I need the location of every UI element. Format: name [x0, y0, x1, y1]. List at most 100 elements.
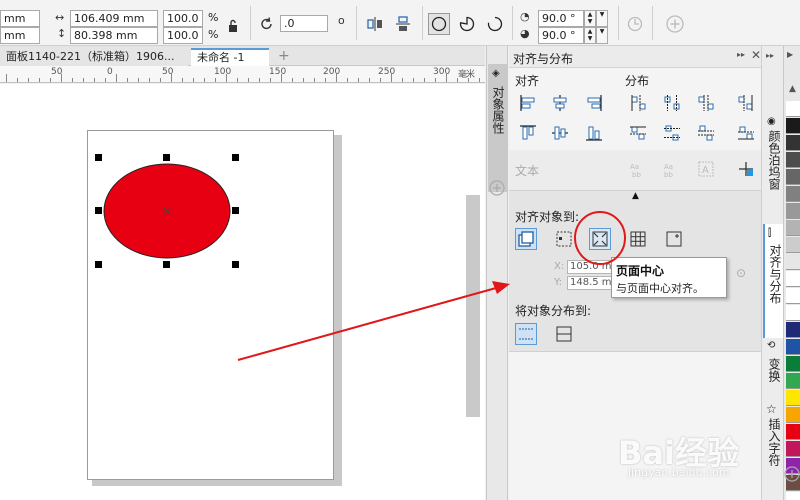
color-swatch[interactable] — [786, 305, 800, 321]
distribute-to-page-button[interactable] — [553, 323, 575, 345]
color-swatch[interactable] — [786, 288, 800, 304]
align-top-button[interactable] — [517, 122, 539, 144]
scale-y-field[interactable]: 100.0 — [163, 27, 203, 44]
pie-mode-button[interactable] — [456, 13, 478, 35]
rotation-field[interactable]: .0 — [280, 15, 328, 32]
selection-handle-top-right[interactable] — [232, 154, 239, 161]
start-angle-spinner[interactable]: ▲ ▼ — [584, 10, 596, 27]
add-palette-button[interactable] — [784, 466, 800, 485]
align-center-v-button[interactable] — [549, 122, 571, 144]
align-right-button[interactable] — [583, 92, 605, 114]
selection-handle-right[interactable] — [232, 207, 239, 214]
color-swatch[interactable] — [786, 492, 800, 500]
direction-button[interactable] — [624, 13, 646, 35]
text-baseline-button[interactable]: Aa bb — [625, 158, 647, 180]
end-angle-dropdown[interactable]: ▼ — [596, 27, 608, 44]
color-swatch[interactable] — [786, 101, 800, 117]
selection-handle-bottom-left[interactable] — [95, 261, 102, 268]
color-swatch[interactable] — [786, 152, 800, 168]
target-icon[interactable]: ⊙ — [736, 266, 746, 280]
color-swatch[interactable] — [786, 271, 800, 287]
mirror-vertical-button[interactable] — [392, 13, 414, 35]
start-angle-field[interactable]: 90.0 ° — [538, 10, 584, 27]
arc-mode-button[interactable] — [484, 13, 506, 35]
color-swatch[interactable] — [786, 254, 800, 270]
width-field[interactable]: 106.409 mm — [70, 10, 158, 27]
scale-x-field[interactable]: 100.0 — [163, 10, 203, 27]
collapse-arrow-icon[interactable]: ▲ — [632, 191, 639, 201]
add-toolbar-button[interactable] — [664, 13, 686, 35]
text-bbox-button[interactable]: A — [695, 158, 717, 180]
lock-ratio-button[interactable] — [222, 15, 244, 37]
distribute-spacing-h-button[interactable] — [695, 92, 717, 114]
color-swatch[interactable] — [786, 118, 800, 134]
align-to-page-edge-button[interactable] — [553, 228, 575, 250]
expand-dockers-icon[interactable]: ▸▸ — [766, 51, 774, 60]
color-swatch[interactable] — [786, 373, 800, 389]
horizontal-ruler[interactable]: 50 0 50 100 150 200 250 300 毫米 — [0, 66, 485, 83]
color-swatch[interactable] — [786, 407, 800, 423]
palette-scroll-up-icon[interactable]: ▲ — [789, 84, 796, 94]
align-to-active-objects-button[interactable] — [515, 228, 537, 250]
height-field[interactable]: 80.398 mm — [70, 27, 158, 44]
panel-close-icon[interactable]: ✕ — [751, 48, 761, 62]
y-coord-field[interactable]: 148.5 m — [567, 276, 613, 290]
rotate-button[interactable] — [256, 13, 278, 35]
align-to-point-button[interactable] — [663, 228, 685, 250]
add-tab-button[interactable]: + — [272, 48, 290, 66]
distribute-right-button[interactable] — [735, 92, 757, 114]
distribute-bottom-button[interactable] — [735, 122, 757, 144]
align-center-h-button[interactable] — [549, 92, 571, 114]
distribute-center-v-button[interactable] — [661, 122, 683, 144]
color-swatch[interactable] — [786, 237, 800, 253]
selection-handle-bottom-right[interactable] — [232, 261, 239, 268]
end-angle-field[interactable]: 90.0 ° — [538, 27, 584, 44]
distribute-to-selection-button[interactable] — [515, 323, 537, 345]
text-outline-button[interactable] — [735, 158, 757, 180]
start-angle-dropdown[interactable]: ▼ — [596, 10, 608, 27]
ellipse-mode-button[interactable] — [428, 13, 450, 35]
color-swatch[interactable] — [786, 390, 800, 406]
selection-handle-bottom[interactable] — [163, 261, 170, 268]
object-y-field[interactable]: mm — [0, 27, 40, 44]
tab-object-properties[interactable]: ◈ 对象属性 — [488, 64, 507, 192]
object-x-field[interactable]: mm — [0, 10, 40, 27]
selection-handle-left[interactable] — [95, 207, 102, 214]
tab-transform[interactable]: ⟲ 变换 — [763, 338, 783, 400]
distribute-top-button[interactable] — [627, 122, 649, 144]
color-swatch[interactable] — [786, 169, 800, 185]
vertical-scrollbar[interactable] — [466, 195, 480, 417]
distribute-spacing-v-button[interactable] — [695, 122, 717, 144]
color-swatch[interactable] — [786, 356, 800, 372]
tab-align-distribute[interactable]: ⫿ 对齐与分布 — [763, 224, 783, 338]
distribute-left-button[interactable] — [627, 92, 649, 114]
color-swatch[interactable] — [786, 220, 800, 236]
end-angle-spinner[interactable]: ▲ ▼ — [584, 27, 596, 44]
text-line-button[interactable]: Aa bb — [660, 158, 682, 180]
color-swatch[interactable] — [786, 186, 800, 202]
red-ellipse[interactable] — [100, 160, 234, 262]
align-left-button[interactable] — [517, 92, 539, 114]
color-swatch[interactable] — [786, 339, 800, 355]
tab-color-docker[interactable]: ◉ 颜色泊坞窗 — [763, 114, 783, 224]
align-bottom-button[interactable] — [583, 122, 605, 144]
align-to-grid-button[interactable] — [627, 228, 649, 250]
ruler-tick — [116, 74, 117, 82]
mirror-horizontal-button[interactable] — [364, 13, 386, 35]
selection-handle-top[interactable] — [163, 154, 170, 161]
selection-handle-top-left[interactable] — [95, 154, 102, 161]
color-swatch[interactable] — [786, 424, 800, 440]
x-coord-field[interactable]: 105.0 m — [567, 260, 613, 274]
color-swatch[interactable] — [786, 135, 800, 151]
color-swatch[interactable] — [786, 322, 800, 338]
panel-expand-icon[interactable]: ▸▸ — [737, 50, 745, 59]
palette-expand-icon[interactable]: ▶ — [787, 50, 793, 59]
distribute-center-h-button[interactable] — [661, 92, 683, 114]
tab-document-untitled[interactable]: 未命名 -1 — [191, 48, 269, 66]
align-to-page-center-button[interactable] — [589, 228, 611, 250]
add-docker-button[interactable] — [489, 180, 505, 199]
color-swatch[interactable] — [786, 441, 800, 457]
tab-insert-character[interactable]: ☆ 插入字符 — [763, 400, 783, 486]
color-swatch[interactable] — [786, 203, 800, 219]
tab-document-1[interactable]: 面板1140-221（标准箱）1906... — [0, 48, 188, 66]
